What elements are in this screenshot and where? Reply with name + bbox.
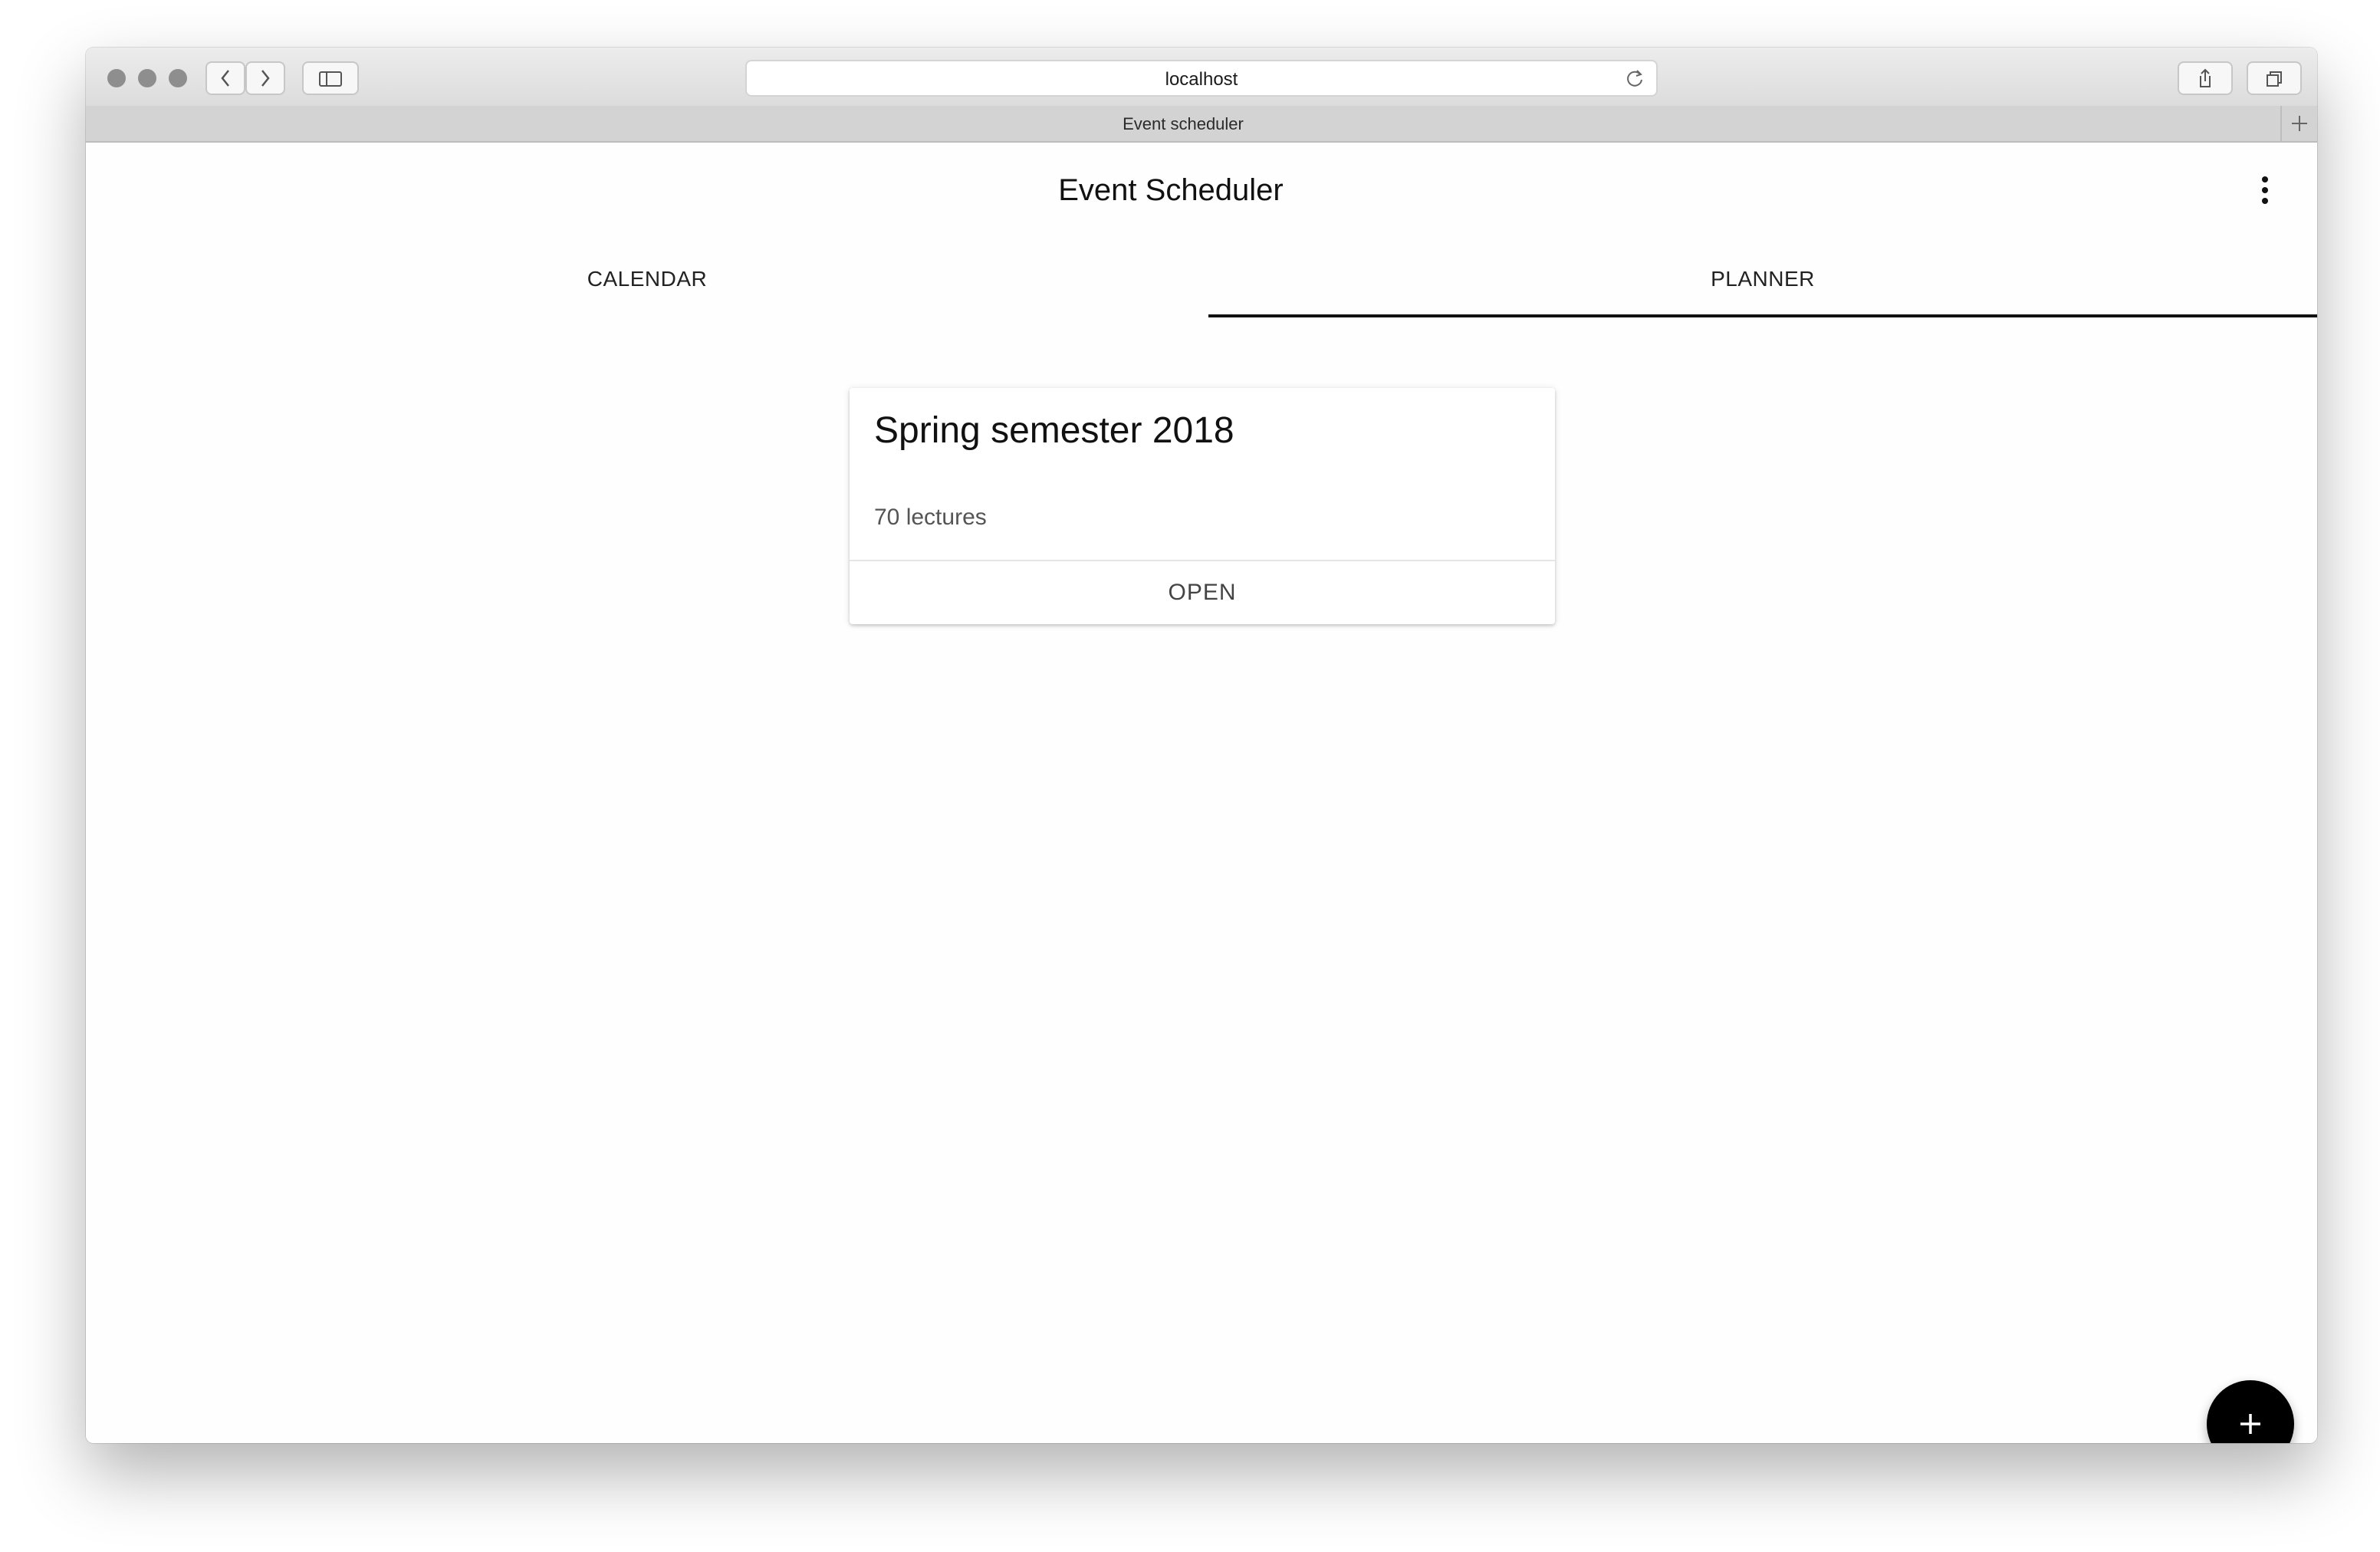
semester-card: Spring semester 2018 70 lectures OPEN [850, 388, 1555, 624]
tabs-icon [2267, 71, 2282, 87]
show-tabs-button[interactable] [2247, 61, 2302, 95]
zoom-window-button[interactable] [169, 69, 187, 87]
url-text: localhost [1165, 69, 1238, 90]
desktop: localhost Event scheduler Event Schedule… [0, 0, 2380, 1552]
back-button[interactable] [205, 61, 245, 95]
minimize-window-button[interactable] [138, 69, 156, 87]
page-title: Event Scheduler [1058, 173, 1284, 207]
chevron-right-icon [261, 70, 270, 87]
chevron-left-icon [221, 70, 229, 87]
new-tab-button[interactable] [2280, 106, 2317, 141]
tab-calendar[interactable]: CALENDAR [86, 267, 1208, 316]
browser-tab-bar: Event scheduler [86, 106, 2317, 143]
reload-icon[interactable] [1624, 67, 1645, 89]
more-vert-icon[interactable] [2259, 175, 2271, 206]
share-button[interactable] [2178, 61, 2233, 95]
add-button[interactable] [2207, 1380, 2294, 1443]
address-bar[interactable]: localhost [745, 60, 1658, 97]
tab-planner-label: PLANNER [1711, 267, 1815, 291]
plus-icon [2292, 116, 2307, 131]
tab-calendar-label: CALENDAR [587, 267, 708, 291]
forward-button[interactable] [245, 61, 285, 95]
sidebar-button[interactable] [302, 61, 359, 95]
browser-toolbar: localhost [86, 48, 2317, 107]
tab-planner[interactable]: PLANNER [1208, 267, 2317, 316]
browser-window: localhost Event scheduler Event Schedule… [86, 48, 2317, 1443]
browser-tab[interactable]: Event scheduler [86, 114, 2280, 134]
sidebar-icon [319, 71, 342, 87]
lecture-count: 70 lectures [874, 505, 987, 530]
share-icon [2200, 68, 2211, 87]
card-title: Spring semester 2018 [874, 410, 1234, 451]
app-content: Event Scheduler CALENDAR PLANNER Spring … [86, 143, 2317, 1443]
open-button[interactable]: OPEN [850, 561, 1555, 624]
active-tab-indicator [1208, 314, 2317, 317]
add-icon [2240, 1414, 2260, 1434]
close-window-button[interactable] [107, 69, 126, 87]
